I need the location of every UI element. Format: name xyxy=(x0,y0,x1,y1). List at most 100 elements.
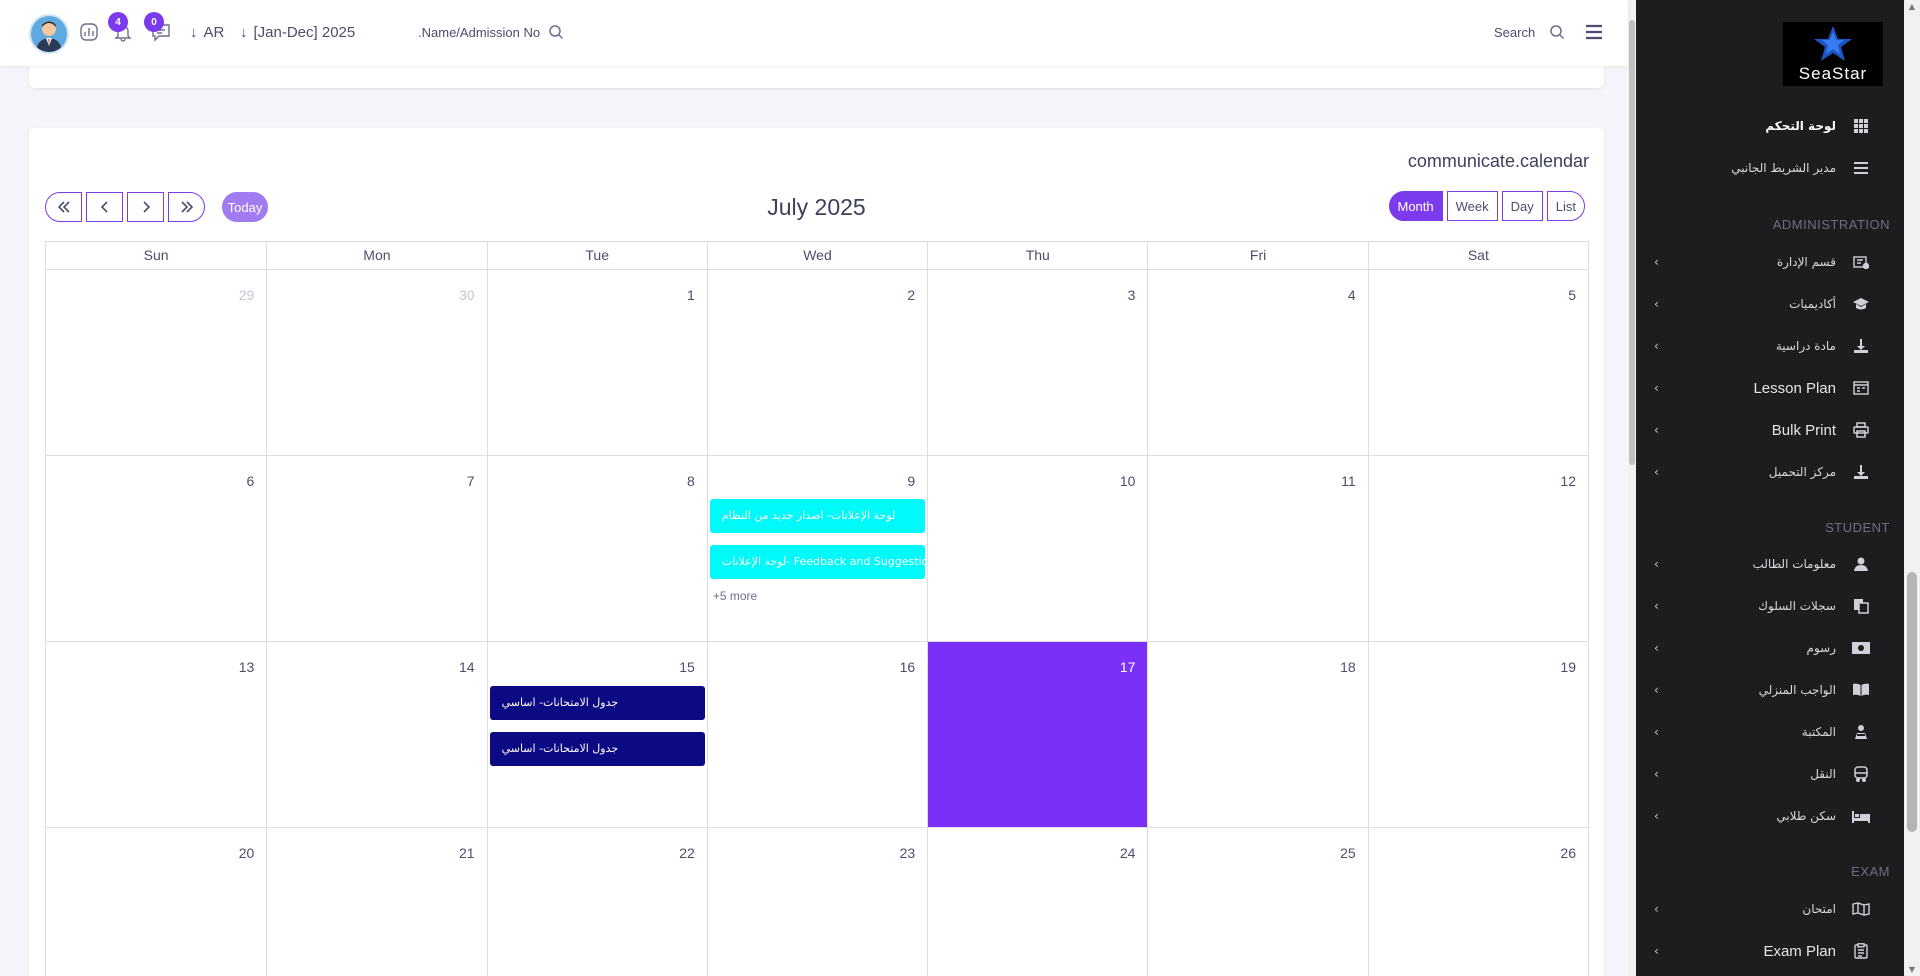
sidebar-item-label: النقل xyxy=(1810,767,1836,781)
sidebar-item-dormitory[interactable]: ‹ سكن طلابي xyxy=(1636,799,1904,833)
avatar[interactable] xyxy=(29,14,69,54)
day-number: 17 xyxy=(1119,659,1136,675)
view-week-button[interactable]: Week xyxy=(1446,191,1498,221)
sidebar-item-exam[interactable]: ‹ امتحان xyxy=(1636,892,1904,926)
chevron-left-icon: ‹ xyxy=(1654,381,1659,395)
today-button[interactable]: Today xyxy=(222,192,268,222)
calendar-day[interactable]: 26 xyxy=(1367,828,1588,976)
day-number: 26 xyxy=(1560,845,1576,861)
calendar-day[interactable]: 15 جدول الامتحانات- اساسي جدول الامتحانا… xyxy=(486,642,707,827)
dow-sun: Sun xyxy=(143,247,169,263)
book-icon xyxy=(1852,681,1870,699)
scrollbar-thumb[interactable] xyxy=(1907,572,1917,832)
chevron-left-icon: ‹ xyxy=(1654,599,1659,613)
sidebar-item-academics[interactable]: ‹ أكاديميات xyxy=(1636,287,1904,321)
calendar-day[interactable]: 12 xyxy=(1367,456,1588,641)
calendar-day[interactable]: 8 xyxy=(486,456,707,641)
prev-month-button[interactable] xyxy=(86,192,123,222)
sidebar-item-behaviour[interactable]: ‹ سجلات السلوك xyxy=(1636,589,1904,623)
chevron-left-icon: ‹ xyxy=(1654,297,1659,311)
list-icon xyxy=(1852,159,1870,177)
day-number: 7 xyxy=(466,473,475,489)
sidebar-item-label: أكاديميات xyxy=(1789,297,1836,311)
calendar-day[interactable]: 3 xyxy=(927,270,1147,455)
calendar-day[interactable]: 6 xyxy=(46,456,266,641)
calendar-day[interactable]: 11 xyxy=(1147,456,1367,641)
scroll-up-icon[interactable]: ▲ xyxy=(1904,2,1920,11)
calendar-day[interactable]: 25 xyxy=(1147,828,1367,976)
copy-icon xyxy=(1852,597,1870,615)
view-day-button[interactable]: Day xyxy=(1501,191,1543,221)
calendar-day[interactable]: 2 xyxy=(706,270,927,455)
sidebar-item-admin-dept[interactable]: ‹ قسم الإدارة xyxy=(1636,245,1904,279)
sidebar: SeaStar لوحة التحكم مدير الشريط الجانبي … xyxy=(1636,0,1920,976)
calendar-day[interactable]: 1 xyxy=(486,270,707,455)
sidebar-item-library[interactable]: ‹ المكتبة xyxy=(1636,715,1904,749)
calendar-day[interactable]: 18 xyxy=(1147,642,1367,827)
calendar-day[interactable]: 9 لوحة الإعلانات- اصدار جديد من النظام ل… xyxy=(706,456,927,641)
calendar-day[interactable]: 21 xyxy=(266,828,486,976)
sidebar-item-dashboard[interactable]: لوحة التحكم xyxy=(1636,109,1904,143)
download-icon xyxy=(1852,463,1870,481)
calendar-day[interactable]: 30 xyxy=(266,270,486,455)
sidebar-item-lesson-plan[interactable]: ‹ Lesson Plan xyxy=(1636,371,1904,405)
search-icon[interactable] xyxy=(1549,24,1571,46)
grid-icon xyxy=(1852,117,1870,135)
main-scrollbar[interactable] xyxy=(1628,0,1636,976)
sidebar-item-fees[interactable]: ‹ رسوم xyxy=(1636,631,1904,665)
calendar-day[interactable]: 13 xyxy=(46,642,266,827)
sidebar-item-label: امتحان xyxy=(1802,902,1836,916)
calendar-day[interactable]: 22 xyxy=(486,828,707,976)
clipboard-icon xyxy=(1852,942,1870,960)
next-month-button[interactable] xyxy=(127,192,164,222)
calendar-day[interactable]: 24 xyxy=(927,828,1147,976)
sidebar-item-exam-plan[interactable]: ‹ Exam Plan xyxy=(1636,934,1904,968)
sidebar-item-study-material[interactable]: ‹ مادة دراسية xyxy=(1636,329,1904,363)
chevron-left-icon: ‹ xyxy=(1654,809,1659,823)
calendar-week: 20 21 22 23 24 25 26 xyxy=(45,828,1589,976)
calendar-day[interactable]: 7 xyxy=(266,456,486,641)
search-label[interactable]: Search xyxy=(1494,25,1535,40)
student-search-input[interactable]: Name/Admission No. xyxy=(418,25,540,40)
sidebar-item-homework[interactable]: ‹ الواجب المنزلي xyxy=(1636,673,1904,707)
sidebar-item-student-info[interactable]: ‹ معلومات الطالب xyxy=(1636,547,1904,581)
day-number: 18 xyxy=(1340,659,1356,675)
sidebar-item-bulk-print[interactable]: ‹ Bulk Print xyxy=(1636,413,1904,447)
view-list-button[interactable]: List xyxy=(1546,191,1585,221)
double-chevron-right-icon xyxy=(180,201,193,213)
next-year-button[interactable] xyxy=(168,192,205,222)
calendar-day[interactable]: 16 xyxy=(706,642,927,827)
calendar-day[interactable]: 5 xyxy=(1367,270,1588,455)
sidebar-scrollbar[interactable]: ▲ ▼ xyxy=(1904,0,1920,976)
calendar-week: 6 7 8 9 لوحة الإعلانات- اصدار جديد من ال… xyxy=(45,456,1589,642)
day-number: 19 xyxy=(1560,659,1576,675)
calendar-day[interactable]: 14 xyxy=(266,642,486,827)
brand-logo[interactable]: SeaStar xyxy=(1783,22,1883,86)
language-selector[interactable]: ↓ AR xyxy=(190,24,224,41)
chevron-left-icon: ‹ xyxy=(1654,725,1659,739)
chevron-left-icon: ‹ xyxy=(1654,902,1659,916)
prev-year-button[interactable] xyxy=(45,192,82,222)
event-exam-schedule[interactable]: جدول الامتحانات- اساسي xyxy=(489,732,705,766)
calendar-day[interactable]: 29 xyxy=(46,270,266,455)
sidebar-item-download-center[interactable]: ‹ مركز التحميل xyxy=(1636,455,1904,489)
scrollbar-thumb[interactable] xyxy=(1629,20,1635,465)
scroll-down-icon[interactable]: ▼ xyxy=(1904,965,1920,974)
session-selector[interactable]: ↓ [Jan-Dec] 2025 xyxy=(240,24,355,41)
search-icon[interactable] xyxy=(548,24,570,46)
chart-icon[interactable] xyxy=(79,22,101,44)
sidebar-item-transport[interactable]: ‹ النقل xyxy=(1636,757,1904,791)
event-exam-schedule[interactable]: جدول الامتحانات- اساسي xyxy=(489,686,705,720)
view-month-button[interactable]: Month xyxy=(1388,191,1443,221)
calendar-day[interactable]: 10 xyxy=(927,456,1147,641)
event-announcement-feedback[interactable]: لوحة الإعلانات- Feedback and Suggestions xyxy=(709,545,926,579)
calendar-day[interactable]: 19 xyxy=(1367,642,1588,827)
sidebar-item-sidebar-manager[interactable]: مدير الشريط الجانبي xyxy=(1636,151,1904,185)
calendar-day[interactable]: 4 xyxy=(1147,270,1367,455)
hamburger-menu-icon[interactable] xyxy=(1584,23,1606,45)
calendar-day-today[interactable]: 17 xyxy=(927,642,1148,827)
calendar-day[interactable]: 20 xyxy=(46,828,266,976)
calendar-day[interactable]: 23 xyxy=(706,828,927,976)
event-announcement-new-version[interactable]: لوحة الإعلانات- اصدار جديد من النظام xyxy=(709,499,926,533)
more-events-link[interactable]: +5 more xyxy=(713,589,757,603)
